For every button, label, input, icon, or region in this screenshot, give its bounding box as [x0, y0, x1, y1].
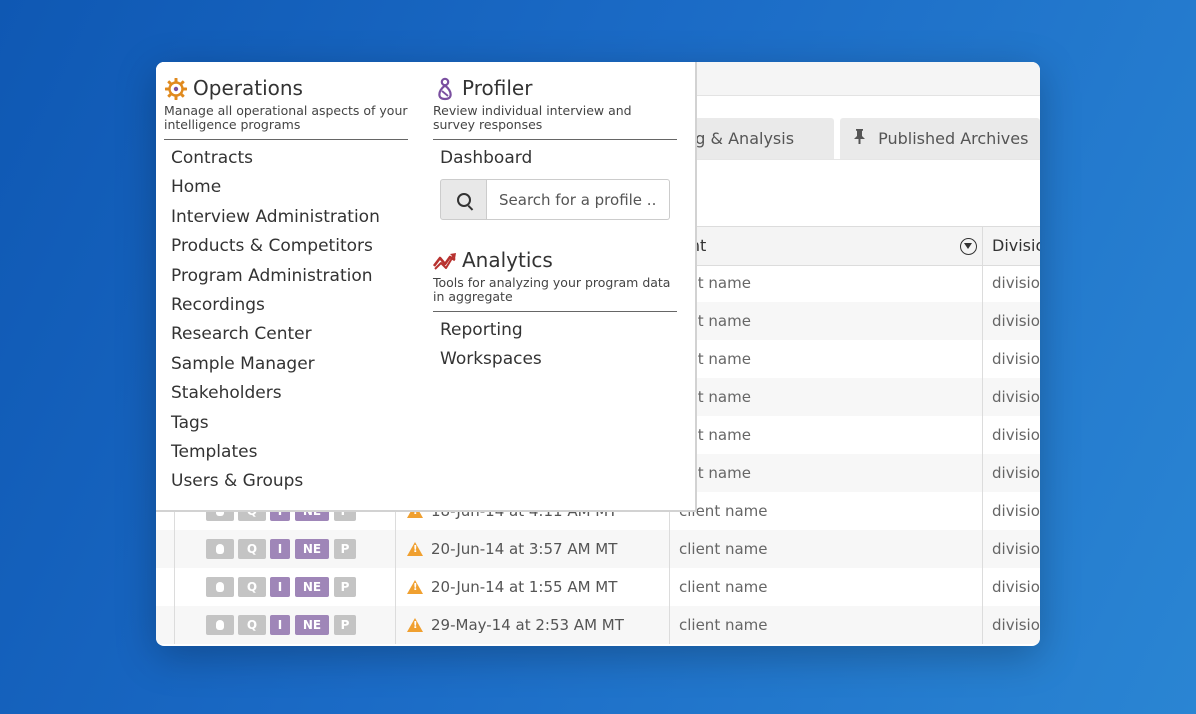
menu-item-dashboard[interactable]: Dashboard [433, 144, 677, 173]
ne-badge[interactable]: NE [295, 615, 329, 635]
table-row[interactable]: QINEP 20-Jun-14 at 1:55 AM MT client name d… [156, 568, 1040, 606]
profiler-title: Profiler [462, 76, 533, 100]
client-cell: client name [679, 616, 768, 634]
client-cell: client name [679, 540, 768, 558]
table-row[interactable]: QINEP 20-Jun-14 at 3:57 AM MT client name d… [156, 530, 1040, 568]
warning-icon [407, 542, 423, 556]
analytics-heading: Analytics [432, 246, 677, 274]
q-badge[interactable]: Q [238, 539, 266, 559]
p-badge[interactable]: P [334, 539, 356, 559]
i-badge[interactable]: I [270, 577, 290, 597]
menu-item-products-competitors[interactable]: Products & Competitors [164, 232, 408, 261]
menu-item-templates[interactable]: Templates [164, 438, 408, 467]
tab-published-archives[interactable]: Published Archives [840, 118, 1040, 159]
date-cell: 20-Jun-14 at 3:57 AM MT [431, 540, 618, 558]
operations-description: Manage all operational aspects of your i… [164, 103, 408, 132]
division-cell: divisio [992, 388, 1040, 406]
gear-icon [164, 77, 188, 101]
division-cell: divisio [992, 464, 1040, 482]
tab-label: Published Archives [878, 129, 1029, 148]
filter-icon[interactable] [960, 238, 977, 255]
menu-item-home[interactable]: Home [164, 173, 408, 202]
analytics-description: Tools for analyzing your program data in… [433, 275, 671, 304]
bug-icon [216, 544, 224, 554]
profile-search-input[interactable] [487, 179, 670, 221]
profiler-section: Profiler Review individual interview and… [433, 74, 677, 221]
analytics-section: Analytics Tools for analyzing your progr… [432, 246, 677, 375]
column-divider [982, 226, 983, 644]
menu-item-recordings[interactable]: Recordings [164, 291, 408, 320]
analytics-links: Reporting Workspaces [433, 316, 677, 375]
q-badge[interactable]: Q [238, 615, 266, 635]
ne-badge[interactable]: NE [295, 539, 329, 559]
profiler-links: Dashboard [433, 144, 677, 173]
menu-item-tags[interactable]: Tags [164, 409, 408, 438]
menu-item-stakeholders[interactable]: Stakeholders [164, 379, 408, 408]
profiler-heading: Profiler [433, 74, 677, 102]
p-badge[interactable]: P [334, 615, 356, 635]
menu-item-interview-administration[interactable]: Interview Administration [164, 203, 408, 232]
division-cell: divisio [992, 426, 1040, 444]
menu-item-users-groups[interactable]: Users & Groups [164, 467, 408, 496]
division-cell: divisio [992, 616, 1040, 634]
operations-links: Contracts Home Interview Administration … [164, 144, 408, 497]
bug-badge[interactable] [206, 577, 234, 597]
column-header-division[interactable]: Divisio [992, 227, 1040, 265]
bug-icon [216, 582, 224, 592]
i-badge[interactable]: I [270, 615, 290, 635]
analytics-chart-icon [432, 249, 457, 273]
date-cell: 29-May-14 at 2:53 AM MT [431, 616, 624, 634]
warning-icon [407, 618, 423, 632]
q-badge[interactable]: Q [238, 577, 266, 597]
division-cell: divisio [992, 312, 1040, 330]
navigation-dropdown-menu: Operations Manage all operational aspect… [156, 62, 697, 512]
menu-item-contracts[interactable]: Contracts [164, 144, 408, 173]
table-row[interactable]: QINEP 29-May-14 at 2:53 AM MT client name d… [156, 606, 1040, 644]
section-divider [433, 139, 677, 140]
date-cell: 20-Jun-14 at 1:55 AM MT [431, 578, 618, 596]
search-icon [457, 193, 471, 208]
ne-badge[interactable]: NE [295, 577, 329, 597]
profile-search [440, 179, 670, 221]
menu-item-sample-manager[interactable]: Sample Manager [164, 350, 408, 379]
section-divider [164, 139, 408, 140]
menu-item-reporting[interactable]: Reporting [433, 316, 677, 345]
division-cell: divisio [992, 350, 1040, 368]
bug-icon [216, 620, 224, 630]
warning-icon [407, 580, 423, 594]
operations-title: Operations [193, 76, 303, 100]
profiler-description: Review individual interview and survey r… [433, 103, 632, 132]
bug-badge[interactable] [206, 615, 234, 635]
pin-icon [854, 120, 865, 161]
division-cell: divisio [992, 274, 1040, 292]
operations-section: Operations Manage all operational aspect… [164, 74, 408, 497]
i-badge[interactable]: I [270, 539, 290, 559]
client-cell: client name [679, 578, 768, 596]
app-window: iting & Analysis Published Archives ent … [156, 62, 1040, 646]
menu-item-research-center[interactable]: Research Center [164, 320, 408, 349]
profile-person-icon [433, 77, 457, 101]
division-cell: divisio [992, 502, 1040, 520]
operations-heading: Operations [164, 74, 408, 102]
menu-item-workspaces[interactable]: Workspaces [433, 345, 677, 374]
section-divider [433, 311, 677, 312]
division-cell: divisio [992, 540, 1040, 558]
search-button[interactable] [440, 179, 487, 221]
division-cell: divisio [992, 578, 1040, 596]
bug-badge[interactable] [206, 539, 234, 559]
p-badge[interactable]: P [334, 577, 356, 597]
menu-item-program-administration[interactable]: Program Administration [164, 262, 408, 291]
analytics-title: Analytics [462, 248, 553, 272]
